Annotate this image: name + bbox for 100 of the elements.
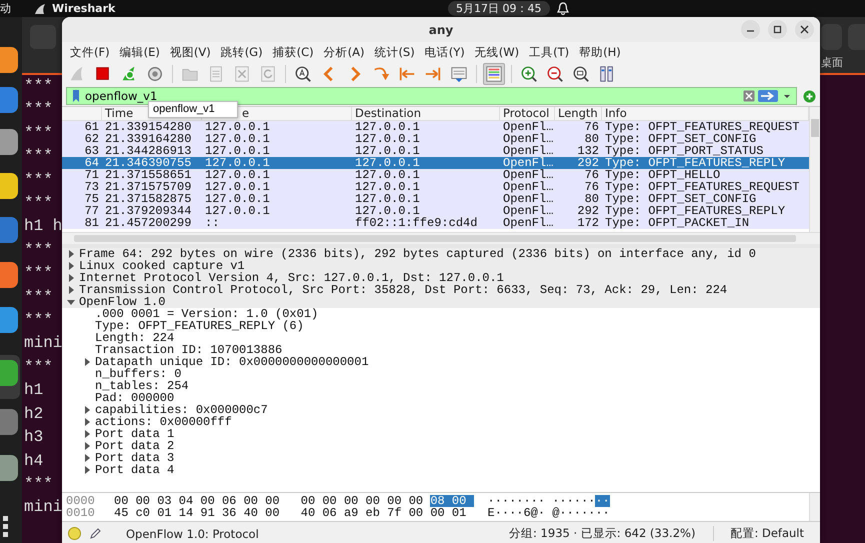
hex-byte[interactable]: 40 [300,507,322,519]
ascii-byte[interactable]: @ [552,507,560,519]
menu-item[interactable]: 统计(S) [374,44,415,60]
hex-byte[interactable]: 91 [200,507,222,519]
menu-item[interactable]: 电话(Y) [424,44,465,60]
ascii-byte[interactable]: · [574,495,581,507]
hex-byte[interactable]: 00 [136,495,158,507]
hex-byte[interactable]: 08 [430,495,452,507]
packet-row[interactable]: 77 21.379209344 127.0.0.1 127.0.0.1 OpenFl… 292 Type: OFPT_FEATURES_REPLY [62,205,809,217]
detail-line[interactable]: Port data 1 [95,428,174,440]
hex-byte[interactable]: 14 [178,507,200,519]
apps-grid-icon[interactable] [2,515,10,539]
detail-line[interactable]: Datapath unique ID: 0x0000000000000001 [95,356,369,368]
ascii-byte[interactable]: · [580,495,588,507]
detail-line[interactable]: Length: 224 [95,332,174,344]
menu-item[interactable]: 视图(V) [170,44,211,60]
detail-line[interactable]: n_buffers: 0 [95,368,182,380]
detail-line[interactable]: capabilities: 0x000000c7 [95,404,268,416]
ascii-byte[interactable]: · [602,507,610,519]
hex-byte[interactable]: 36 [222,507,244,519]
hex-byte[interactable]: 00 [265,495,287,507]
hex-byte[interactable]: 00 [366,495,388,507]
detail-line[interactable]: Port data 4 [95,464,174,476]
column-header[interactable]: e [242,107,250,120]
packet-row[interactable]: 61 21.339154280 127.0.0.1 127.0.0.1 OpenFl… 76 Type: OFPT_FEATURES_REQUEST [62,121,809,133]
expander-icon[interactable] [83,418,91,426]
hex-byte[interactable]: 04 [178,495,200,507]
column-header[interactable]: Length [558,107,598,120]
detail-line[interactable]: Transaction ID: 1070013886 [95,344,282,356]
ascii-byte[interactable]: · [509,507,516,519]
expander-icon[interactable] [67,262,75,270]
detail-line[interactable]: Port data 2 [95,440,174,452]
activities-button[interactable]: 动 [0,1,14,16]
expander-icon[interactable] [83,454,91,462]
ascii-byte[interactable]: · [588,507,596,519]
ascii-byte[interactable]: · [566,495,574,507]
colorize-button[interactable] [483,63,505,85]
expander-icon[interactable] [67,298,75,306]
detail-line[interactable]: n_tables: 254 [95,380,189,392]
hex-byte[interactable]: 00 [244,495,266,507]
ascii-byte[interactable]: · [580,507,588,519]
expander-icon[interactable] [83,406,91,414]
hex-byte[interactable]: 00 [300,495,322,507]
packet-row[interactable]: 64 21.346390755 127.0.0.1 127.0.0.1 OpenFl… 292 Type: OFPT_FEATURES_REPLY [62,157,809,169]
ascii-byte[interactable]: · [494,495,502,507]
menu-item[interactable]: 工具(T) [529,44,570,60]
hex-byte[interactable]: 00 [408,507,430,519]
detail-line[interactable]: .000 0001 = Version: 1.0 (0x01) [95,308,318,320]
menu-item[interactable]: 无线(W) [474,44,520,60]
menu-item[interactable]: 捕获(C) [272,44,314,60]
ascii-byte[interactable]: · [509,495,516,507]
expander-icon[interactable] [83,466,91,474]
menu-item[interactable]: 分析(A) [324,44,364,60]
menu-item[interactable]: 文件(F) [70,44,110,60]
bookmark-icon[interactable] [70,90,82,102]
clear-icon[interactable] [743,90,755,102]
column-header[interactable]: Destination [355,107,421,120]
hex-byte[interactable]: 06 [322,507,344,519]
hex-byte[interactable]: 7f [387,507,409,519]
packet-row[interactable]: 81 21.457200299 :: ff02::1:ffe9:cd4d OpenFl… 172 Type: OFPT_PACKET_IN [62,217,809,229]
detail-line[interactable]: Type: OFPT_FEATURES_REPLY (6) [95,320,304,332]
profile-label[interactable]: 配置: Default [714,526,820,541]
expander-icon[interactable] [67,286,75,294]
hex-byte[interactable]: 40 [244,507,266,519]
detail-line[interactable]: Port data 3 [95,452,174,464]
terminal-tab[interactable]: 桌面 [821,55,843,70]
ascii-byte[interactable]: · [538,495,545,507]
ascii-byte[interactable]: · [552,495,560,507]
detail-line[interactable]: Pad: 000000 [95,392,174,404]
maximize-button[interactable] [768,20,787,39]
hex-byte[interactable]: 00 [408,495,430,507]
hex-byte[interactable]: 00 [430,507,452,519]
pencil-icon[interactable] [89,527,102,540]
clock[interactable]: 5月17日 09：45 [448,1,550,16]
hex-byte[interactable]: a9 [344,507,366,519]
ascii-byte[interactable]: · [559,507,567,519]
hex-byte[interactable]: c0 [136,507,158,519]
expander-icon[interactable] [83,358,91,366]
ascii-byte[interactable]: · [502,495,510,507]
column-header[interactable]: Protocol [503,107,550,120]
column-header[interactable]: Time [105,107,134,120]
scrollbar[interactable] [809,107,820,232]
ascii-byte[interactable]: · [488,495,495,507]
ascii-byte[interactable]: · [494,507,502,519]
ascii-byte[interactable]: · [516,507,524,519]
hex-byte[interactable]: 45 [114,507,136,519]
hex-byte[interactable]: 06 [222,495,244,507]
ascii-byte[interactable]: E [488,507,495,519]
hex-byte[interactable]: 00 [114,495,136,507]
ascii-byte[interactable]: · [574,507,581,519]
packet-row[interactable]: 62 21.339164280 127.0.0.1 127.0.0.1 OpenFl… 80 Type: OFPT_SET_CONFIG [62,133,809,145]
menu-item[interactable]: 编辑(E) [120,44,160,60]
hex-byte[interactable]: 03 [157,495,179,507]
ascii-byte[interactable]: · [595,495,602,507]
hex-byte[interactable]: 00 [322,495,344,507]
filter-suggestion-menu[interactable]: openflow_v1 [148,101,238,118]
packet-row[interactable]: 71 21.371558651 127.0.0.1 127.0.0.1 OpenFl… 76 Type: OFPT_HELLO [62,169,809,181]
ascii-byte[interactable]: · [588,495,596,507]
hex-byte[interactable]: 00 [452,495,474,507]
ascii-byte[interactable]: · [502,507,510,519]
